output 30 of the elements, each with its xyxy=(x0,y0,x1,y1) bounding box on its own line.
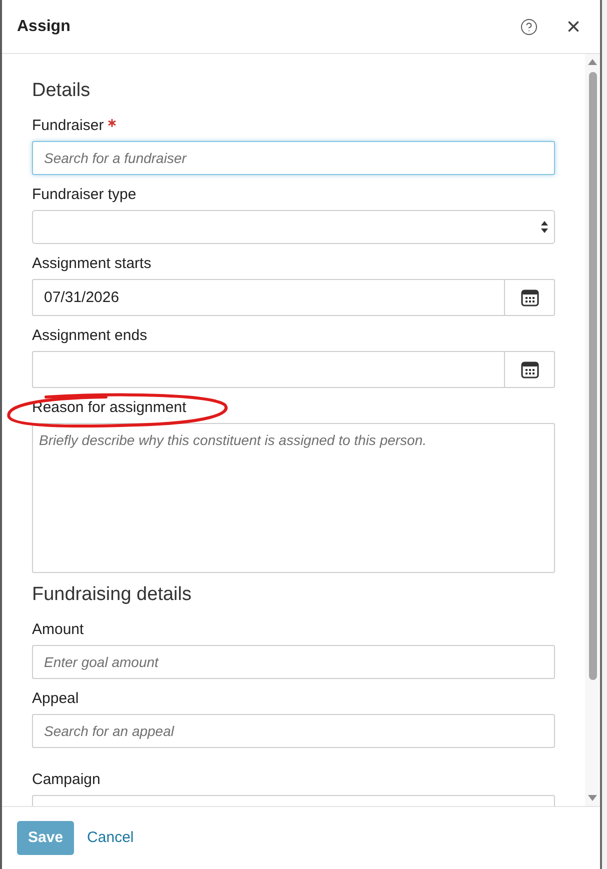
scroll-down-icon[interactable] xyxy=(588,795,597,801)
field-label: Campaign xyxy=(32,770,100,790)
section-heading: Details xyxy=(32,79,92,103)
date-field[interactable] xyxy=(32,351,505,388)
field-label: Fundraiser xyxy=(32,116,104,136)
field-label: Amount xyxy=(32,620,84,640)
field-label: Assignment starts xyxy=(32,254,152,274)
help-icon xyxy=(520,18,538,36)
field-label: Fundraiser type xyxy=(32,185,136,205)
select-field[interactable] xyxy=(32,210,555,244)
search-field[interactable]: Search for an appeal xyxy=(32,714,555,748)
help-button[interactable] xyxy=(520,18,538,36)
field-label: Appeal xyxy=(32,689,79,709)
calendar-button[interactable] xyxy=(505,351,555,388)
date-field[interactable]: 07/31/2026 xyxy=(32,279,505,316)
dialog-title: Assign xyxy=(17,16,72,36)
search-field[interactable]: Search for a fundraiser xyxy=(32,141,555,175)
calendar-icon xyxy=(520,360,538,378)
field-label: Assignment ends xyxy=(32,326,148,346)
section-heading: Fundraising details xyxy=(32,583,192,607)
scroll-up-icon[interactable] xyxy=(588,59,597,65)
sort-arrows-icon xyxy=(541,221,548,233)
calendar-button[interactable] xyxy=(505,279,555,316)
scrollbar-track[interactable] xyxy=(585,54,600,806)
text-field[interactable]: Enter goal amount xyxy=(32,645,555,679)
text-area[interactable]: Briefly describe why this constituent is assigned to this person. xyxy=(32,423,555,573)
calendar-icon xyxy=(520,288,538,306)
scrollbar-thumb[interactable] xyxy=(588,72,596,680)
save-button[interactable]: Save xyxy=(17,821,74,855)
cancel-link[interactable]: Cancel xyxy=(87,826,134,850)
